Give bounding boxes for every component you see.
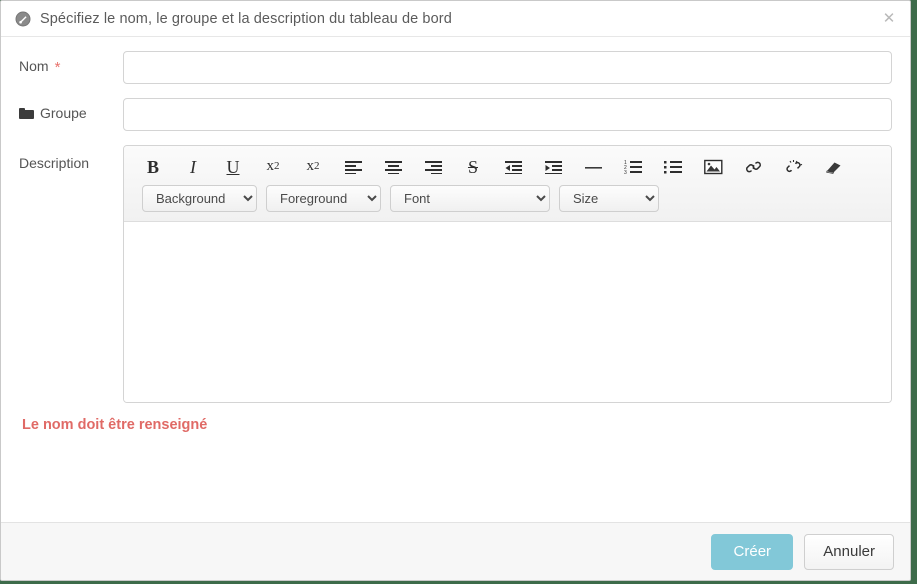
underline-icon[interactable]: U (213, 154, 253, 179)
insert-link-icon[interactable] (733, 154, 773, 179)
rich-text-editor: B I U x2 x2 S 1 2 3 Background Foregroun… (123, 145, 892, 403)
indent-icon[interactable] (533, 154, 573, 179)
unlink-icon[interactable] (773, 154, 813, 179)
editor-toolbar-select-row: Background Foreground Font Size (130, 185, 885, 217)
dialog-header: Spécifiez le nom, le groupe et la descri… (1, 1, 910, 37)
horizontal-rule-icon[interactable] (573, 154, 613, 179)
required-marker: * (54, 58, 61, 76)
gauge-icon (15, 11, 31, 27)
dialog-title: Spécifiez le nom, le groupe et la descri… (40, 10, 452, 27)
description-field-row: Description B I U x2 x2 S 1 2 3 Backgrou… (19, 145, 892, 403)
bold-icon[interactable]: B (133, 154, 173, 179)
group-label: Groupe (40, 105, 87, 121)
insert-image-icon[interactable] (693, 154, 733, 179)
group-label-group: Groupe (19, 98, 123, 121)
name-label-group: Nom * (19, 51, 123, 76)
italic-icon[interactable]: I (173, 154, 213, 179)
align-left-icon[interactable] (333, 154, 373, 179)
dialog-title-group: Spécifiez le nom, le groupe et la descri… (15, 11, 452, 27)
clear-format-icon[interactable] (813, 154, 853, 179)
ordered-list-icon[interactable]: 1 2 3 (613, 154, 653, 179)
create-button[interactable]: Créer (711, 533, 794, 570)
dashboard-properties-dialog: Spécifiez le nom, le groupe et la descri… (0, 0, 911, 581)
foreground-color-select[interactable]: Foreground (266, 185, 381, 212)
name-label: Nom (19, 58, 49, 74)
name-input[interactable] (123, 51, 892, 84)
description-label-group: Description (19, 145, 123, 171)
name-field-row: Nom * (19, 51, 892, 84)
align-center-icon[interactable] (373, 154, 413, 179)
outdent-icon[interactable] (493, 154, 533, 179)
cancel-button[interactable]: Annuler (804, 533, 894, 570)
strikethrough-icon[interactable]: S (453, 154, 493, 179)
svg-text:3: 3 (624, 170, 627, 174)
description-label: Description (19, 155, 90, 171)
close-icon[interactable]: ✕ (881, 10, 897, 27)
align-right-icon[interactable] (413, 154, 453, 179)
group-field-row: Groupe (19, 98, 892, 131)
group-input[interactable] (123, 98, 892, 131)
validation-error-message: Le nom doit être renseigné (22, 417, 208, 433)
dialog-body: Nom * Groupe Description B I U x 2 x 2 S… (1, 37, 910, 522)
dialog-footer: Créer Annuler (1, 522, 910, 580)
editor-content-area[interactable] (124, 222, 891, 402)
font-size-select[interactable]: Size (559, 185, 659, 212)
font-family-select[interactable]: Font (390, 185, 550, 212)
editor-toolbar-format-row: B I U x2 x2 S 1 2 3 (130, 151, 885, 185)
folder-icon (19, 107, 34, 119)
editor-toolbar: B I U x2 x2 S 1 2 3 Background Foregroun… (124, 146, 891, 222)
background-color-select[interactable]: Background (142, 185, 257, 212)
subscript-icon[interactable]: x2 (253, 154, 293, 179)
unordered-list-icon[interactable] (653, 154, 693, 179)
superscript-icon[interactable]: x2 (293, 154, 333, 179)
